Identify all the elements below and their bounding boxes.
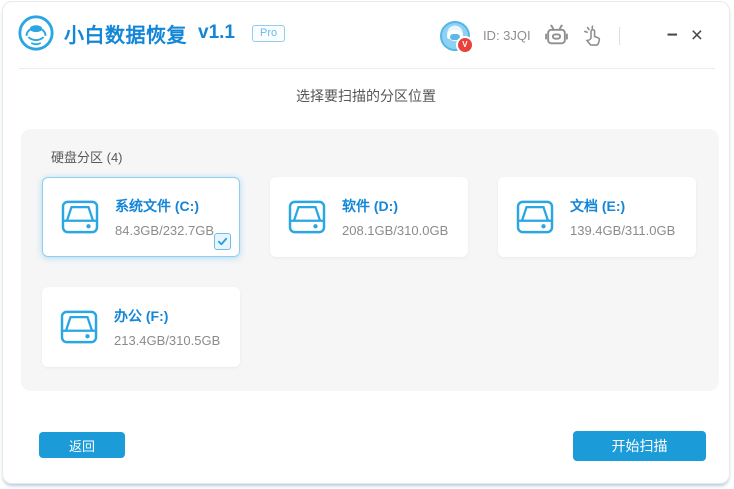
back-button[interactable]: 返回 [39, 432, 125, 458]
user-id-label: ID: 3JQI [483, 28, 531, 43]
partition-card-d[interactable]: 软件 (D:) 208.1GB/310.0GB [270, 177, 468, 257]
partition-size: 139.4GB/311.0GB [570, 223, 675, 238]
minimize-button[interactable]: − [667, 26, 678, 45]
partition-name: 系统文件 (C:) [115, 196, 214, 216]
user-avatar[interactable]: V [440, 21, 470, 51]
app-window: 小白数据恢复 v1.1 Pro V ID: 3JQI [2, 1, 730, 484]
partition-info: 办公 (F:) 213.4GB/310.5GB [114, 306, 220, 348]
partition-info: 文档 (E:) 139.4GB/311.0GB [570, 196, 675, 238]
titlebar-actions: V ID: 3JQI − [440, 2, 703, 69]
start-scan-button[interactable]: 开始扫描 [573, 431, 706, 461]
partition-name: 文档 (E:) [570, 196, 675, 216]
app-version: v1.1 [198, 22, 235, 44]
robot-assistant-icon[interactable] [544, 23, 569, 48]
titlebar-divider [619, 27, 620, 45]
partition-size: 213.4GB/310.5GB [114, 333, 220, 348]
touch-click-icon[interactable] [582, 25, 604, 47]
app-logo-icon [17, 14, 55, 52]
partition-info: 软件 (D:) 208.1GB/310.0GB [342, 196, 448, 238]
pro-badge: Pro [252, 25, 285, 42]
app-title: 小白数据恢复 [64, 19, 187, 48]
vip-badge-icon: V [456, 36, 474, 54]
partition-name: 软件 (D:) [342, 196, 448, 216]
partitions-panel: 硬盘分区 (4) 系统文件 (C:) 84.3GB/232.7GB [21, 129, 719, 391]
partition-size: 84.3GB/232.7GB [115, 223, 214, 238]
partition-name: 办公 (F:) [114, 306, 220, 326]
hard-drive-icon [60, 310, 98, 344]
partition-card-e[interactable]: 文档 (E:) 139.4GB/311.0GB [498, 177, 696, 257]
partition-card-c[interactable]: 系统文件 (C:) 84.3GB/232.7GB [42, 177, 240, 257]
menu-icon[interactable] [635, 29, 654, 43]
titlebar: 小白数据恢复 v1.1 Pro V ID: 3JQI [3, 2, 729, 69]
hard-drive-icon [516, 200, 554, 234]
partition-size: 208.1GB/310.0GB [342, 223, 448, 238]
close-button[interactable]: × [691, 25, 703, 46]
panel-title: 硬盘分区 (4) [51, 147, 123, 166]
partition-checkbox-checked[interactable] [214, 233, 231, 250]
hard-drive-icon [61, 200, 99, 234]
brand: 小白数据恢复 v1.1 Pro [17, 14, 285, 52]
page-title: 选择要扫描的分区位置 [3, 86, 729, 106]
partition-info: 系统文件 (C:) 84.3GB/232.7GB [115, 196, 214, 238]
partition-card-f[interactable]: 办公 (F:) 213.4GB/310.5GB [42, 287, 240, 367]
hard-drive-icon [288, 200, 326, 234]
